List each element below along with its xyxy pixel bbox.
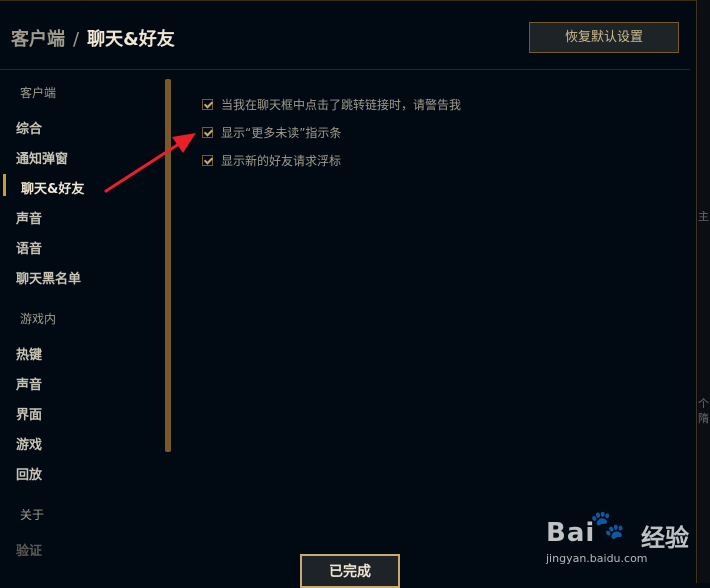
settings-panel: 客户端 / 聊天&好友 恢复默认设置 客户端 综合 通知弹窗 聊天&好友 声音 语音… [0,0,697,588]
sidebar-active-indicator [3,174,6,196]
sidebar-item-general[interactable]: 综合 [16,118,42,137]
sidebar-section-client: 客户端 [20,86,57,100]
sidebar-item-ingame-sound[interactable]: 声音 [16,374,42,393]
sidebar-item-hotkeys[interactable]: 热键 [16,344,42,363]
header-divider [0,69,690,70]
sidebar-item-interface[interactable]: 界面 [16,404,42,423]
sidebar-item-replays[interactable]: 回放 [16,464,42,483]
sidebar-item-chat-friends[interactable]: 聊天&好友 [21,178,84,197]
sidebar-item-verification[interactable]: 验证 [16,540,42,559]
background-window-strip: 主 个 隋 [698,0,710,583]
background-text-fragment: 隋 [698,412,709,425]
background-text-fragment: 个 [698,397,709,410]
checkbox-checked-icon[interactable] [202,127,213,138]
sidebar-item-sound[interactable]: 声音 [16,208,42,227]
option-label: 显示“更多未读”指示条 [221,126,342,140]
baidu-jingyan-watermark: Bai 🐾 经验 jingyan.baidu.com [546,502,706,574]
sidebar-item-game[interactable]: 游戏 [16,434,42,453]
sidebar-item-notifications[interactable]: 通知弹窗 [16,148,68,167]
sidebar-item-voice[interactable]: 语音 [16,238,42,257]
sidebar-section-about: 关于 [20,508,45,522]
checkbox-checked-icon[interactable] [202,99,213,110]
breadcrumb-client[interactable]: 客户端 [11,29,65,50]
checkbox-checked-icon[interactable] [202,155,213,166]
current-page-title: 聊天&好友 [87,29,175,50]
page-title: 客户端 / 聊天&好友 [11,25,175,51]
breadcrumb-separator: / [73,29,80,50]
option-label: 当我在聊天框中点击了跳转链接时，请警告我 [221,98,462,112]
option-link-warning[interactable]: 当我在聊天框中点击了跳转链接时，请警告我 [202,96,461,113]
option-label: 显示新的好友请求浮标 [221,154,342,168]
sidebar-scrollbar[interactable] [165,79,171,452]
paw-icon: 🐾 [590,508,625,541]
watermark-brand: Bai [546,518,596,548]
sidebar-section-ingame: 游戏内 [20,312,57,326]
option-more-unread-bar[interactable]: 显示“更多未读”指示条 [202,124,341,141]
background-text-fragment: 主 [698,210,709,223]
option-friend-request-popup[interactable]: 显示新的好友请求浮标 [202,152,341,169]
watermark-brand-cn: 经验 [641,524,689,552]
watermark-url: jingyan.baidu.com [546,552,648,565]
sidebar-item-chat-blacklist[interactable]: 聊天黑名单 [16,268,81,287]
restore-defaults-button[interactable]: 恢复默认设置 [529,22,679,53]
